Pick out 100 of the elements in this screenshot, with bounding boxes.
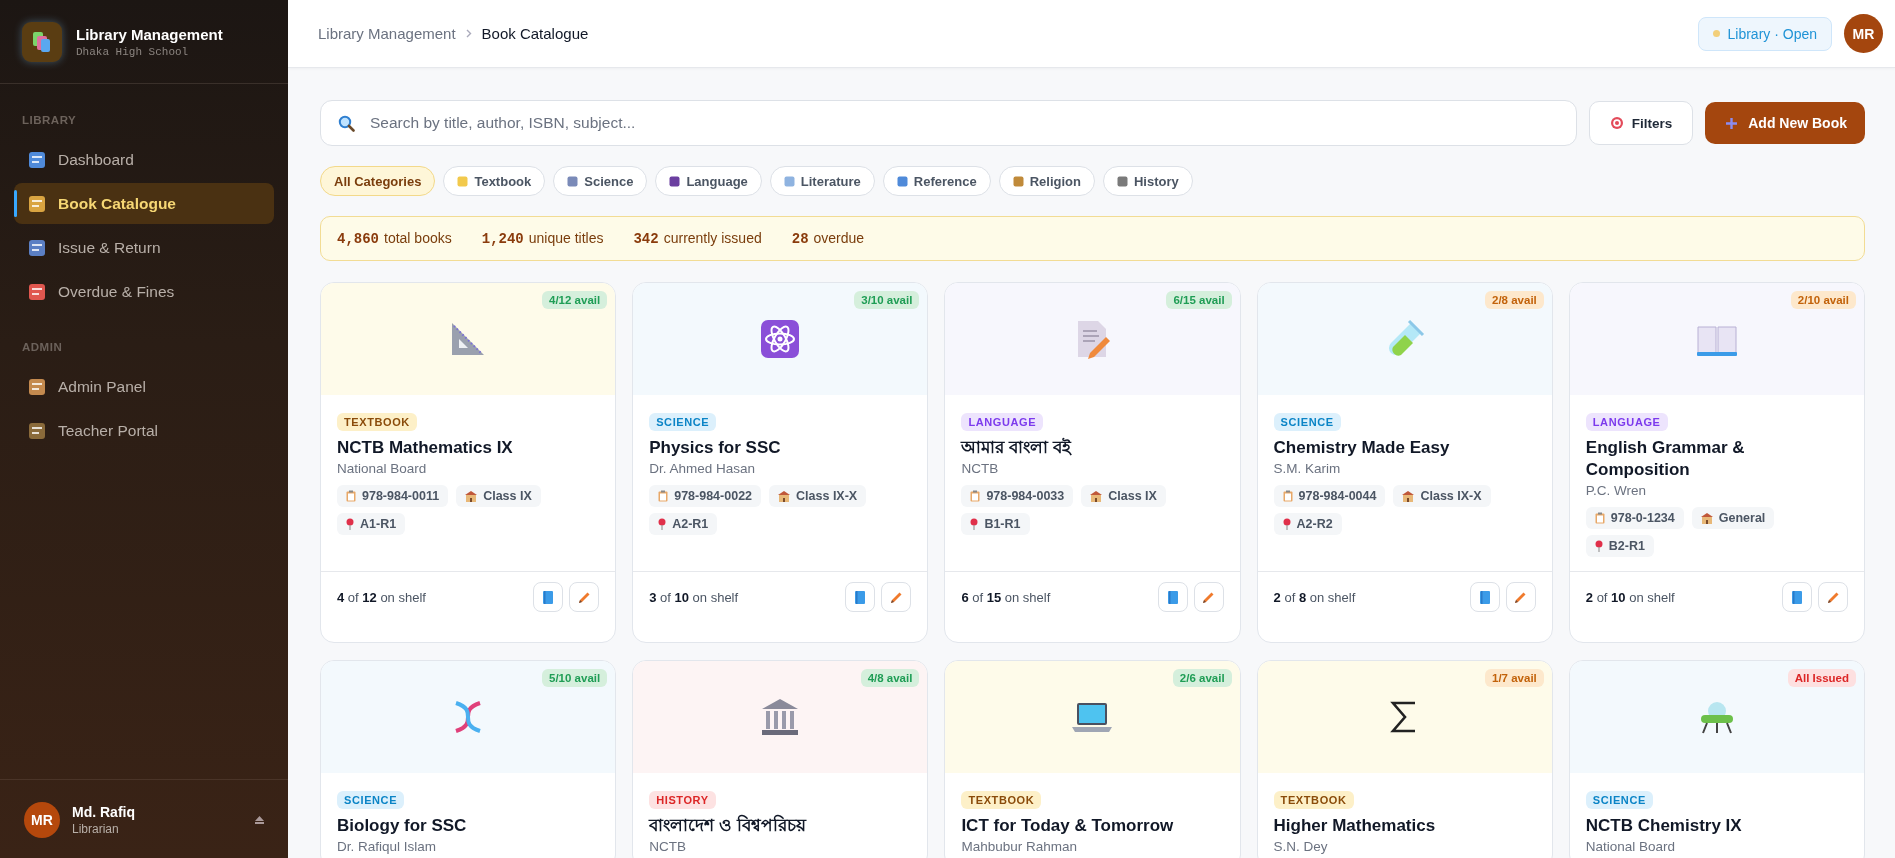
edit-book-button[interactable] (1505, 582, 1536, 613)
view-book-button[interactable] (845, 582, 876, 613)
view-book-button[interactable] (533, 582, 564, 613)
nav-icon (28, 238, 46, 257)
book-card[interactable]: All Issued SCIENCE NCTB Chemistry IX National Board (1568, 660, 1865, 858)
location-pill: A1-R1 (337, 513, 406, 536)
add-book-button[interactable]: Add New Book (1705, 102, 1865, 144)
breadcrumb-link[interactable]: Book Catalogue (481, 25, 589, 42)
category-tag: TEXTBOOK (337, 413, 417, 431)
book-title: Biology for SSC (337, 815, 468, 838)
edit-book-button[interactable] (1193, 582, 1224, 613)
school-building-icon (1402, 490, 1415, 502)
category-filter-chip[interactable]: History (1102, 166, 1193, 196)
target-icon (1609, 116, 1624, 130)
category-tag: HISTORY (649, 791, 716, 810)
view-book-button[interactable] (1157, 582, 1188, 613)
isbn-pill: 978-984-0011 (337, 485, 449, 508)
category-filter-chip[interactable]: All Categories (320, 166, 436, 196)
school-building-icon (465, 490, 478, 502)
search-field[interactable]: Search by title, author, ISBN, subject... (320, 100, 1577, 146)
stat-value: 28 (791, 231, 809, 247)
class-pill: Class IX (456, 485, 541, 508)
availability-badge: 4/8 avail (860, 669, 920, 688)
book-card[interactable]: 1/7 avail TEXTBOOK Higher Mathematics S.N. Dey (1256, 660, 1553, 858)
eject-icon[interactable] (255, 816, 264, 824)
pencil-icon (1202, 590, 1216, 604)
book-title: Physics for SSC (649, 437, 782, 459)
availability-badge: 2/6 avail (1172, 669, 1232, 688)
category-filter-chip[interactable]: Literature (769, 166, 875, 196)
school-building-icon (1090, 490, 1103, 502)
book-card[interactable]: 2/6 avail TEXTBOOK ICT for Today & Tomorrow Mahbubur Rahman (944, 660, 1241, 858)
pencil-icon (1514, 590, 1528, 604)
clipboard-icon (346, 490, 356, 503)
nav-item[interactable]: Dashboard (14, 139, 274, 180)
book-card[interactable]: 2/8 avail SCIENCE Chemistry Made Easy S.M. Karim 978-984-0044 Class IX-X A2-R2 2 of 8 on shelf (1256, 282, 1553, 644)
book-author: National Board (1585, 839, 1677, 855)
book-author: Mahbubur Rahman (961, 839, 1078, 855)
category-tag: TEXTBOOK (961, 791, 1042, 810)
book-title: English Grammar & Composition (1585, 437, 1746, 482)
availability-badge: 5/10 avail (542, 669, 608, 688)
edit-book-button[interactable] (569, 582, 600, 613)
class-pill: Class IX (1081, 485, 1166, 508)
user-name: Md. Rafiq (72, 804, 136, 820)
category-tag: SCIENCE (1585, 791, 1653, 810)
pencil-icon (889, 590, 903, 604)
nav-icon (28, 194, 46, 213)
nav-item[interactable]: Issue & Return (14, 227, 274, 268)
category-filter-chip[interactable]: Science (553, 166, 648, 196)
book-card[interactable]: 2/10 avail LANGUAGE English Grammar & Composition P.C. Wren 978-0-1234 General B2-R1 2 of 10 on shelf (1568, 282, 1865, 644)
nav-icon (28, 377, 46, 396)
filters-button[interactable]: Filters (1588, 101, 1694, 145)
class-pill: Class IX-X (1393, 485, 1491, 508)
location-pill: A2-R1 (649, 513, 718, 536)
pin-icon (1594, 540, 1603, 553)
book-author: NCTB (649, 839, 687, 855)
book-card[interactable]: 5/10 avail SCIENCE Biology for SSC Dr. Rafiqul Islam (320, 660, 617, 858)
book-author: S.M. Karim (1273, 461, 1342, 477)
pin-icon (1282, 518, 1291, 531)
book-card[interactable]: 4/8 avail HISTORY বাংলাদেশ ও বিশ্বপরিচয় NCTB (632, 660, 929, 858)
isbn-pill: 978-0-1234 (1585, 507, 1684, 530)
book-card[interactable]: 6/15 avail LANGUAGE আমার বাংলা বই NCTB 978-984-0033 Class IX B1-R1 6 of 15 on shelf (944, 282, 1241, 644)
section-heading: LIBRARY (21, 113, 78, 128)
category-tag: TEXTBOOK (1273, 791, 1354, 810)
book-icon (543, 590, 554, 604)
book-card[interactable]: 4/12 avail TEXTBOOK NCTB Mathematics IX National Board 978-984-0011 Class IX A1-R1 4 of 12 on shelf (320, 282, 617, 644)
availability-badge: 2/10 avail (1790, 291, 1856, 309)
book-author: Dr. Ahmed Hasan (649, 461, 756, 477)
user-avatar: MR (24, 802, 60, 838)
books-logo-icon (22, 22, 62, 62)
availability-badge: 2/8 avail (1485, 291, 1544, 309)
edit-book-button[interactable] (1818, 582, 1848, 613)
category-filter-chip[interactable]: Language (655, 166, 762, 196)
category-filter-chip[interactable]: Religion (998, 166, 1095, 196)
breadcrumb-link[interactable]: Library Management (318, 25, 456, 42)
category-icon (669, 175, 681, 187)
nav-item[interactable]: Overdue & Fines (14, 271, 274, 312)
user-avatar[interactable]: MR (1844, 14, 1883, 53)
view-book-button[interactable] (1782, 582, 1812, 613)
nav-item[interactable]: Teacher Portal (14, 410, 274, 451)
category-icon (1116, 175, 1128, 187)
nav-icon (28, 150, 46, 169)
status-label: Library · Open (1727, 25, 1817, 42)
nav-item[interactable]: Admin Panel (14, 366, 274, 407)
nav-item[interactable]: Book Catalogue (14, 183, 274, 224)
stat-label: total books (384, 230, 452, 246)
book-card[interactable]: 3/10 avail SCIENCE Physics for SSC Dr. Ahmed Hasan 978-984-0022 Class IX-X A2-R1 3 of 10 on shelf (632, 282, 929, 644)
edit-book-button[interactable] (881, 582, 912, 613)
app-title: Library Management (76, 26, 223, 43)
category-filter-chip[interactable]: Textbook (443, 166, 546, 196)
pencil-icon (1826, 590, 1840, 604)
location-pill: A2-R2 (1273, 513, 1342, 536)
view-book-button[interactable] (1469, 582, 1500, 613)
chevron-right-icon (465, 29, 472, 38)
category-tag: LANGUAGE (961, 413, 1044, 431)
book-author: NCTB (961, 461, 1000, 477)
clipboard-icon (658, 490, 669, 503)
nav-icon (28, 282, 46, 301)
pin-icon (658, 518, 667, 531)
category-filter-chip[interactable]: Reference (882, 166, 991, 196)
category-icon (567, 175, 579, 187)
